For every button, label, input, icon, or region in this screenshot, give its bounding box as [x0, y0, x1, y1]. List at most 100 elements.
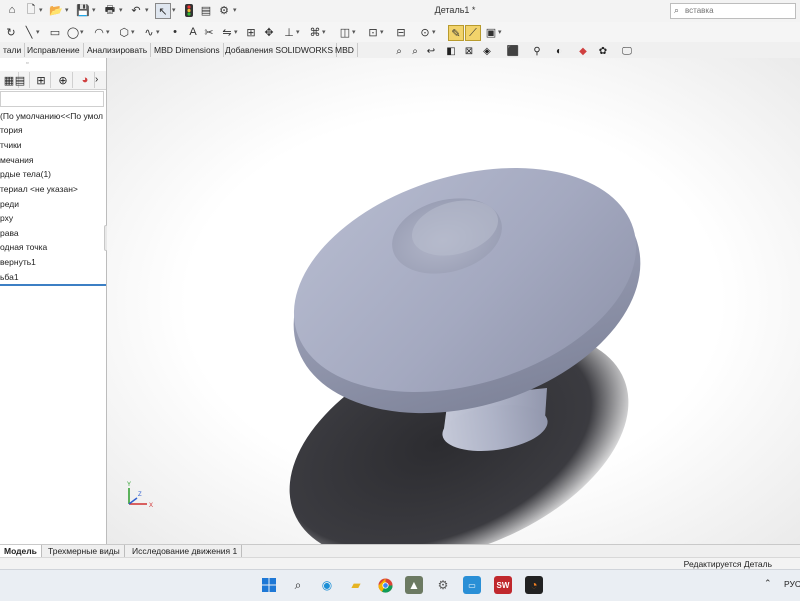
- search-input[interactable]: [685, 4, 785, 16]
- mirror-icon[interactable]: ⇋: [220, 25, 234, 39]
- tree-item-right-plane[interactable]: рава: [0, 226, 19, 240]
- view-options-icon[interactable]: ▣: [484, 25, 498, 39]
- chevron-right-icon[interactable]: ›: [95, 74, 98, 85]
- tab-motion-study[interactable]: Исследование движения 1: [128, 545, 243, 557]
- chevron-down-icon[interactable]: ▾: [145, 6, 149, 14]
- undo-icon[interactable]: ↶: [129, 3, 143, 17]
- chevron-down-icon[interactable]: ▾: [234, 28, 238, 36]
- rapid-sketch-icon[interactable]: ⊡: [366, 25, 380, 39]
- media-player-icon[interactable]: ◔: [525, 576, 543, 594]
- chevron-down-icon[interactable]: ▾: [106, 28, 110, 36]
- home-icon[interactable]: ⌂: [5, 3, 19, 17]
- property-manager-icon[interactable]: ▤: [11, 72, 30, 88]
- chevron-down-icon[interactable]: ▾: [380, 28, 384, 36]
- tab-solidworks-addins[interactable]: Добавления SOLIDWORKS: [222, 43, 338, 57]
- chevron-down-icon[interactable]: ▾: [80, 28, 84, 36]
- tree-item-front-plane[interactable]: реди: [0, 197, 19, 211]
- exit-sketch-icon[interactable]: ⟋: [465, 25, 481, 41]
- dimxpert-icon[interactable]: ⊕: [54, 72, 73, 88]
- tree-item-solid-bodies[interactable]: рдые тела(1): [0, 167, 51, 181]
- file-properties-icon[interactable]: ▤: [199, 3, 213, 17]
- chevron-down-icon[interactable]: ▾: [498, 28, 502, 36]
- save-icon[interactable]: 💾: [76, 3, 90, 17]
- polygon-icon[interactable]: ⬡: [117, 25, 131, 39]
- display-manager-icon[interactable]: ◕: [76, 72, 95, 88]
- chevron-down-icon[interactable]: ▾: [172, 6, 176, 14]
- repair-sketch-icon[interactable]: ⌘: [308, 25, 322, 39]
- section-view-icon[interactable]: ◧: [444, 44, 458, 58]
- chevron-down-icon[interactable]: ▾: [39, 6, 43, 14]
- pattern-icon[interactable]: ⊞: [244, 25, 258, 39]
- chevron-down-icon[interactable]: ▾: [92, 6, 96, 14]
- line-icon[interactable]: ╲: [22, 25, 36, 39]
- settings-gear-icon[interactable]: ⚙: [434, 576, 452, 594]
- tree-item-history[interactable]: тория: [0, 123, 23, 137]
- configuration-manager-icon[interactable]: ⊞: [32, 72, 51, 88]
- file-explorer-icon[interactable]: ▰: [347, 576, 365, 594]
- tab-repair[interactable]: Исправление: [24, 43, 84, 57]
- select-arrow-icon[interactable]: ↖: [155, 3, 171, 19]
- point-icon[interactable]: •: [168, 25, 182, 39]
- arc-icon[interactable]: ◠: [92, 25, 106, 39]
- graphics-area[interactable]: Y X Z: [107, 58, 800, 544]
- chevron-down-icon[interactable]: ▾: [65, 6, 69, 14]
- spline-icon[interactable]: ∿: [142, 25, 156, 39]
- rollback-bar[interactable]: [0, 284, 106, 286]
- tree-item-material[interactable]: териал <не указан>: [0, 182, 78, 196]
- view-settings-icon[interactable]: 🖵: [620, 44, 634, 58]
- chevron-down-icon[interactable]: ▾: [352, 28, 356, 36]
- display-style-icon[interactable]: ⬛: [506, 44, 520, 58]
- sketch-active-icon[interactable]: ✎: [448, 25, 464, 41]
- chrome-icon[interactable]: [376, 576, 394, 594]
- panel-collapse-handle[interactable]: ▫: [26, 60, 28, 67]
- search-box[interactable]: ⌕: [670, 3, 796, 19]
- relations-icon[interactable]: ⊥: [282, 25, 296, 39]
- open-folder-icon[interactable]: 📂: [49, 3, 63, 17]
- tree-item-sensors[interactable]: тчики: [0, 138, 22, 152]
- solidworks-icon[interactable]: SW: [494, 576, 512, 594]
- app-window-icon[interactable]: ▭: [463, 576, 481, 594]
- 3d-viewport[interactable]: Y X Z: [107, 58, 800, 544]
- chevron-down-icon[interactable]: ▾: [322, 28, 326, 36]
- tree-item-configuration[interactable]: (По умолчанию<<По умол: [0, 109, 103, 123]
- chevron-down-icon[interactable]: ▾: [36, 28, 40, 36]
- chevron-down-icon[interactable]: ▾: [432, 28, 436, 36]
- feature-tree-filter[interactable]: [0, 91, 104, 107]
- apply-scene-icon[interactable]: ◆: [576, 44, 590, 58]
- rectangle-icon[interactable]: ▭: [48, 25, 62, 39]
- search-icon[interactable]: ⌕: [289, 576, 307, 594]
- tab-model[interactable]: Модель: [0, 545, 42, 557]
- tree-item-origin[interactable]: одная точка: [0, 240, 47, 254]
- edge-browser-icon[interactable]: ◉: [318, 576, 336, 594]
- move-entities-icon[interactable]: ✥: [262, 25, 276, 39]
- print-icon[interactable]: 🖶: [103, 3, 117, 17]
- rotate-arrow-icon[interactable]: ↻: [4, 25, 18, 39]
- instant2d-icon[interactable]: ⊟: [394, 25, 408, 39]
- windows-start-icon[interactable]: [260, 576, 278, 594]
- chevron-down-icon[interactable]: ▾: [233, 6, 237, 14]
- chevron-down-icon[interactable]: ▾: [296, 28, 300, 36]
- hide-show-icon[interactable]: ⚲: [530, 44, 544, 58]
- language-indicator[interactable]: РУС: [784, 579, 800, 589]
- edit-appearance-icon[interactable]: ◐: [552, 44, 566, 58]
- tab-analyze[interactable]: Анализировать: [84, 43, 152, 57]
- previous-view-icon[interactable]: ↩: [424, 44, 438, 58]
- tab-mbd[interactable]: MBD: [332, 43, 358, 57]
- quick-snaps-icon[interactable]: ◫: [338, 25, 352, 39]
- tree-item-thread[interactable]: ьба1: [0, 270, 19, 284]
- trim-icon[interactable]: ✂: [202, 25, 216, 39]
- chevron-down-icon[interactable]: ▾: [156, 28, 160, 36]
- tree-item-revolve[interactable]: вернуть1: [0, 255, 36, 269]
- tab-mbd-dimensions[interactable]: MBD Dimensions: [151, 43, 224, 57]
- shaded-sketch-icon[interactable]: ⊙: [418, 25, 432, 39]
- view-orientation-icon[interactable]: ◈: [480, 44, 494, 58]
- text-icon[interactable]: A: [186, 25, 200, 39]
- options-gear-icon[interactable]: ⚙: [217, 3, 231, 17]
- zoom-to-fit-icon[interactable]: ⌕: [392, 44, 406, 58]
- chevron-up-icon[interactable]: ⌃: [764, 578, 772, 589]
- chevron-down-icon[interactable]: ▾: [131, 28, 135, 36]
- new-document-icon[interactable]: 🗋: [24, 3, 38, 17]
- photos-icon[interactable]: ▲: [405, 576, 423, 594]
- tree-item-annotations[interactable]: мечания: [0, 153, 34, 167]
- tree-item-top-plane[interactable]: рху: [0, 211, 13, 225]
